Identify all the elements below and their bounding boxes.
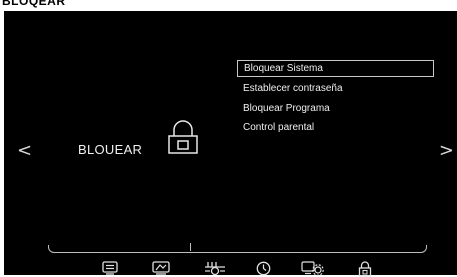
menu-item-bloquear-programa[interactable]: Bloquear Programa [237, 100, 434, 117]
tv-screen: < > BLOUEAR Bloquear Sistema Establecer … [4, 11, 457, 277]
menu-item-establecer-contrasena[interactable]: Establecer contraseña [237, 80, 434, 97]
section-title: BLOUEAR [78, 142, 143, 157]
sound-icon[interactable] [152, 261, 170, 275]
picture-icon[interactable] [102, 261, 118, 275]
padlock-icon [168, 120, 198, 154]
channel-icon[interactable] [204, 261, 226, 275]
bottom-bar-marker [190, 243, 191, 251]
bottom-bar-frame [48, 245, 427, 253]
settings-icon[interactable] [301, 261, 325, 276]
right-arrow-icon[interactable]: > [439, 142, 454, 160]
left-arrow-icon[interactable]: < [17, 142, 32, 160]
page-heading: BLOQEAR [2, 0, 66, 8]
menu-item-bloquear-sistema[interactable]: Bloquear Sistema [237, 60, 434, 77]
clock-icon[interactable] [256, 261, 271, 276]
menu-item-control-parental[interactable]: Control parental [237, 119, 434, 136]
